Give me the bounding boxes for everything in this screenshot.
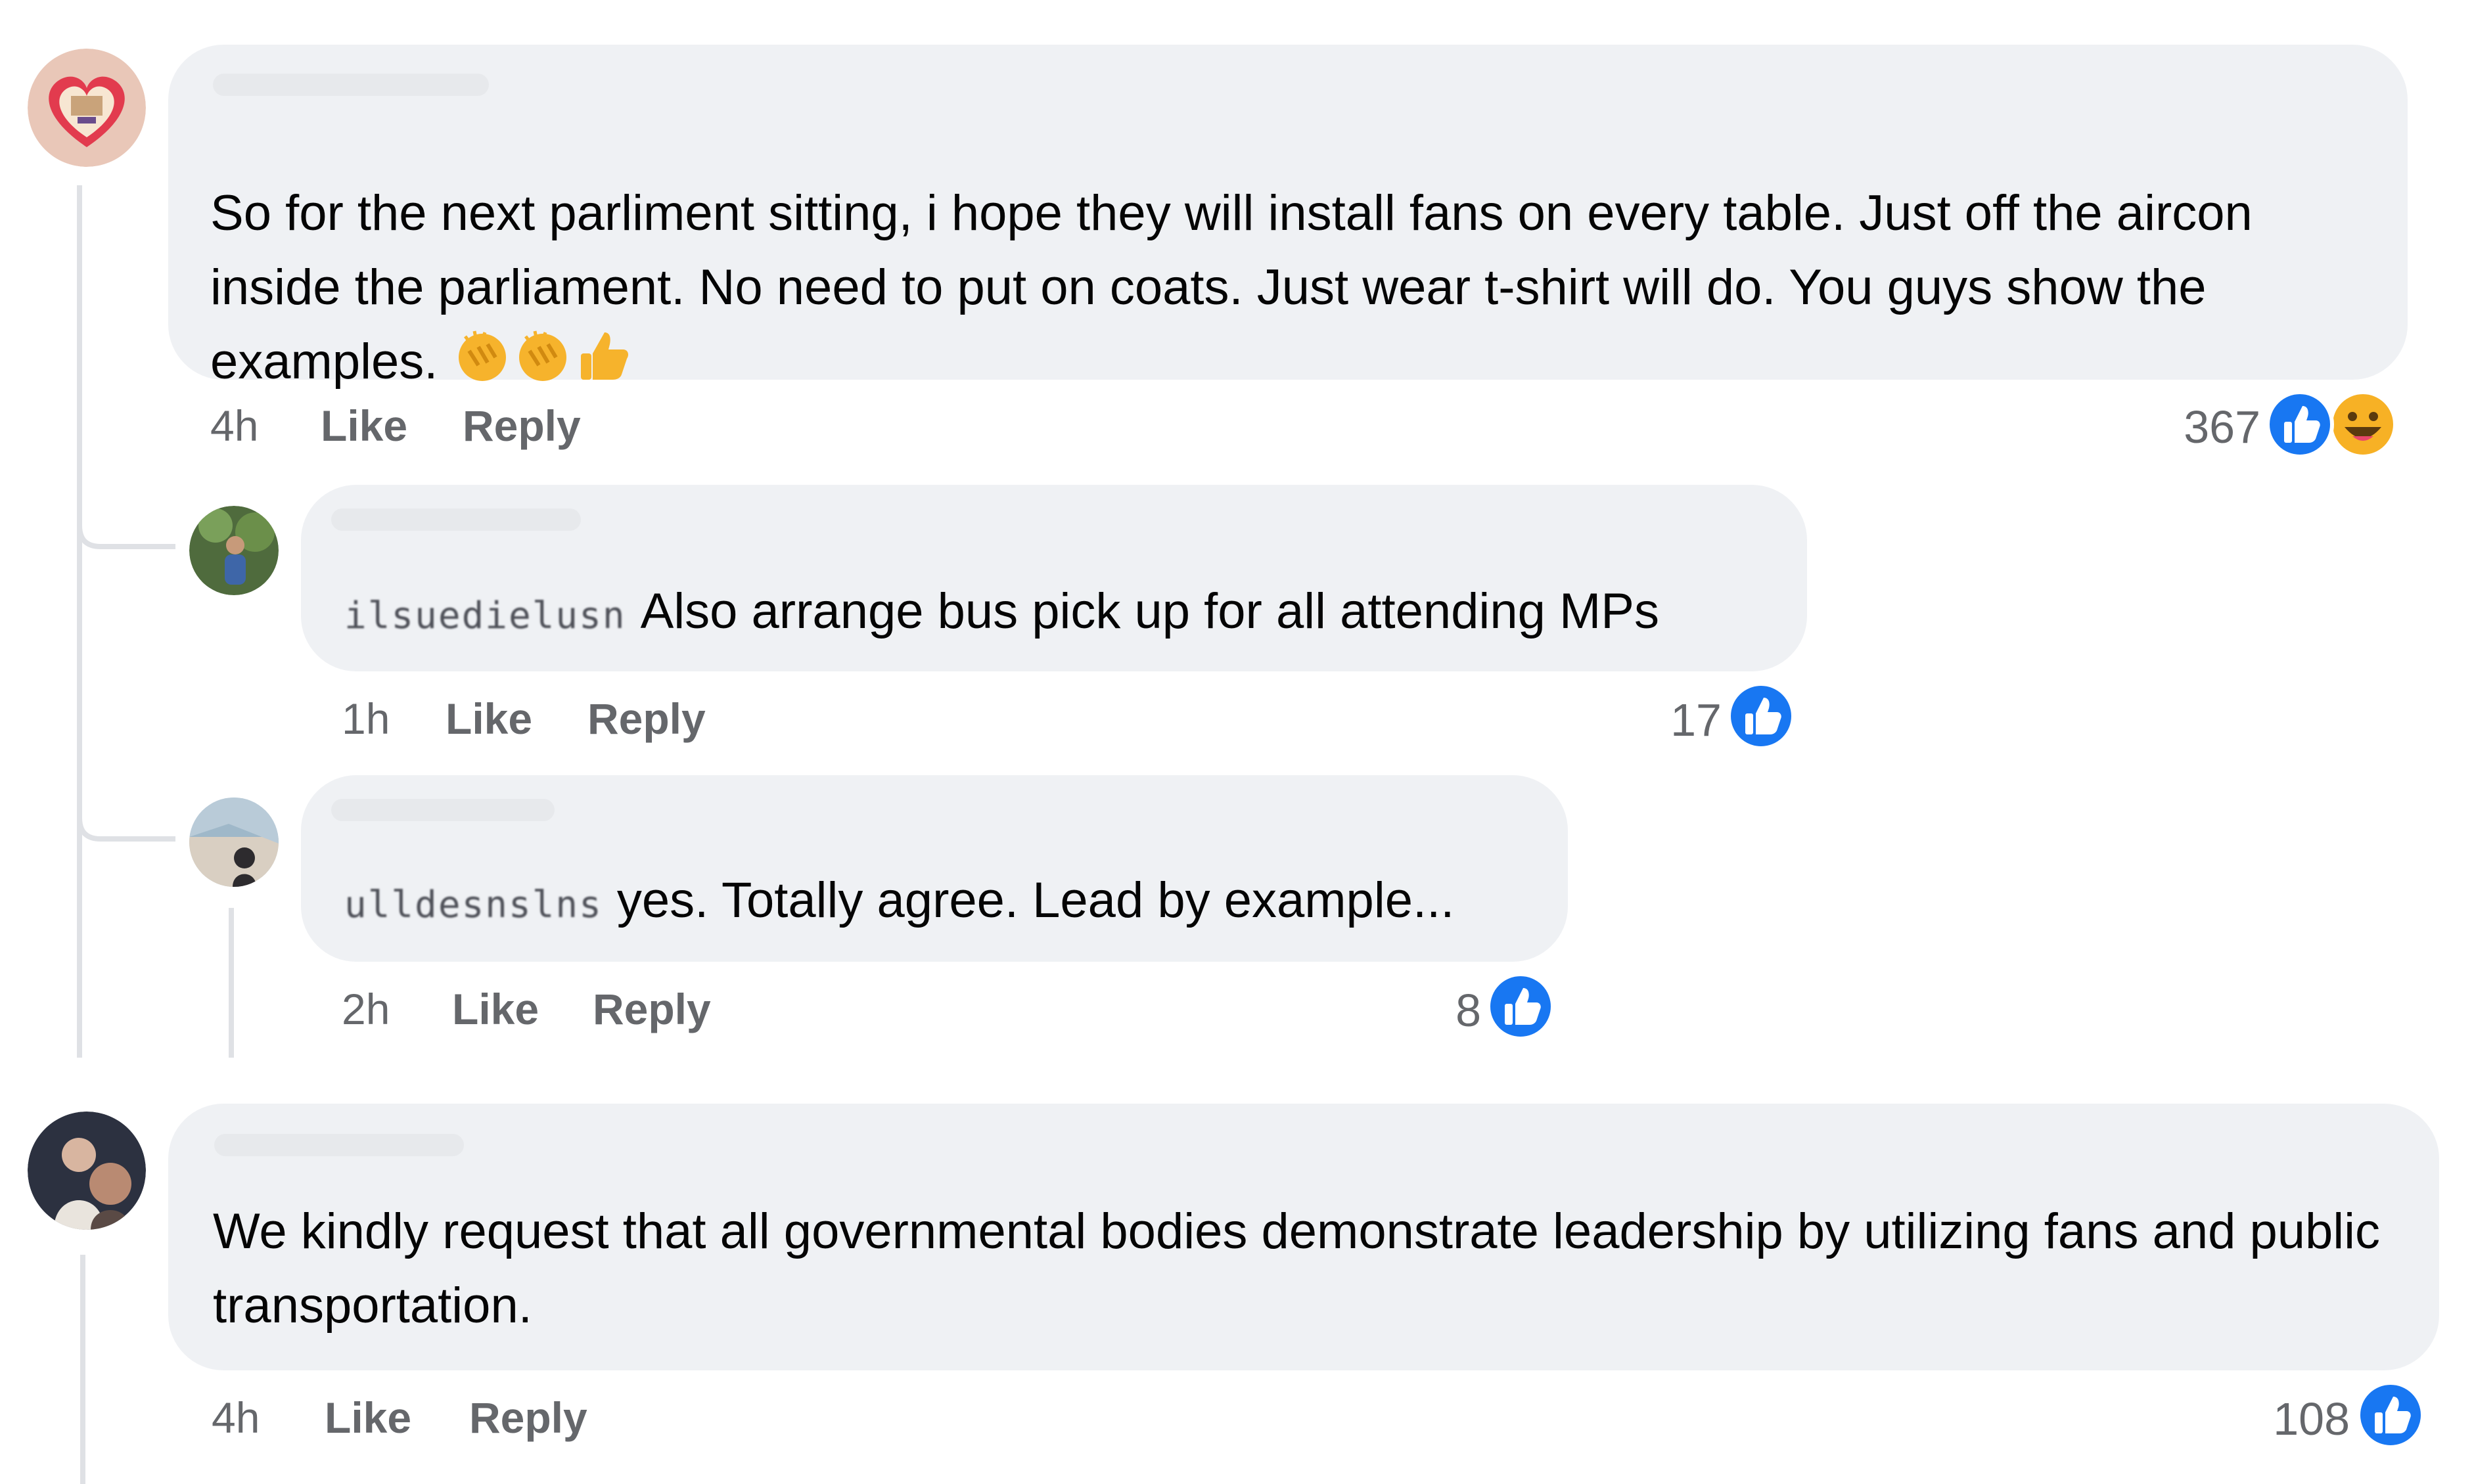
reply-button[interactable]: Reply [469, 1391, 587, 1444]
thread-line-second [80, 1255, 85, 1484]
like-reaction-icon [1486, 972, 1555, 1041]
avatar[interactable] [189, 506, 279, 595]
reaction-count[interactable]: 108 [2214, 1393, 2350, 1445]
reply-text: ulldesnslns yes. Totally agree. Lead by e… [344, 863, 1553, 942]
comment-time[interactable]: 4h [212, 1391, 260, 1444]
author-name[interactable] [331, 799, 555, 821]
reply-connector-2 [77, 792, 175, 842]
emoji-clapping-hands-icon [513, 325, 573, 405]
reaction-count[interactable]: 17 [1603, 694, 1722, 746]
mention-tag[interactable]: ulldesnslns [344, 868, 603, 942]
comment-text: So for the next parliment sitting, i hop… [210, 176, 2392, 405]
like-reaction-icon [2266, 390, 2334, 459]
comment-bubble: We kindly request that all governmental … [168, 1104, 2439, 1370]
author-name[interactable] [331, 508, 581, 531]
reply-button[interactable]: Reply [587, 692, 706, 745]
author-name[interactable] [214, 1134, 464, 1156]
like-reaction-icon [1727, 682, 1795, 750]
comment-time[interactable]: 4h [210, 399, 258, 452]
reply-connector-1 [77, 499, 175, 549]
like-button[interactable]: Like [321, 399, 407, 452]
avatar[interactable] [28, 49, 146, 167]
avatar[interactable] [28, 1112, 146, 1230]
comment-text: We kindly request that all governmental … [213, 1203, 2381, 1334]
like-button[interactable]: Like [452, 983, 539, 1035]
reply-time[interactable]: 1h [342, 692, 390, 745]
avatar[interactable] [189, 798, 279, 887]
author-name[interactable] [213, 74, 489, 96]
reply-bubble: ilsuedielusn Also arrange bus pick up for… [301, 485, 1807, 671]
thread-line-main [77, 185, 82, 1058]
reaction-count[interactable]: 8 [1367, 984, 1481, 1037]
emoji-thumbs-up-icon [573, 325, 633, 405]
comment-bubble: So for the next parliment sitting, i hop… [168, 45, 2408, 390]
like-reaction-icon [2356, 1381, 2425, 1449]
like-button[interactable]: Like [325, 1391, 411, 1444]
reply-button[interactable]: Reply [593, 983, 711, 1035]
reply-bubble: ulldesnslns yes. Totally agree. Lead by e… [301, 775, 1568, 962]
mention-tag[interactable]: ilsuedielusn [344, 579, 626, 653]
reply-text: ilsuedielusn Also arrange bus pick up for… [344, 574, 1790, 653]
reply-button[interactable]: Reply [463, 399, 581, 452]
reaction-count[interactable]: 367 [2122, 401, 2260, 453]
emoji-clapping-hands-icon [452, 325, 513, 405]
haha-reaction-icon [2329, 390, 2397, 459]
thread-line-reply [229, 908, 234, 1058]
like-button[interactable]: Like [446, 692, 532, 745]
reply-time[interactable]: 2h [342, 983, 390, 1035]
